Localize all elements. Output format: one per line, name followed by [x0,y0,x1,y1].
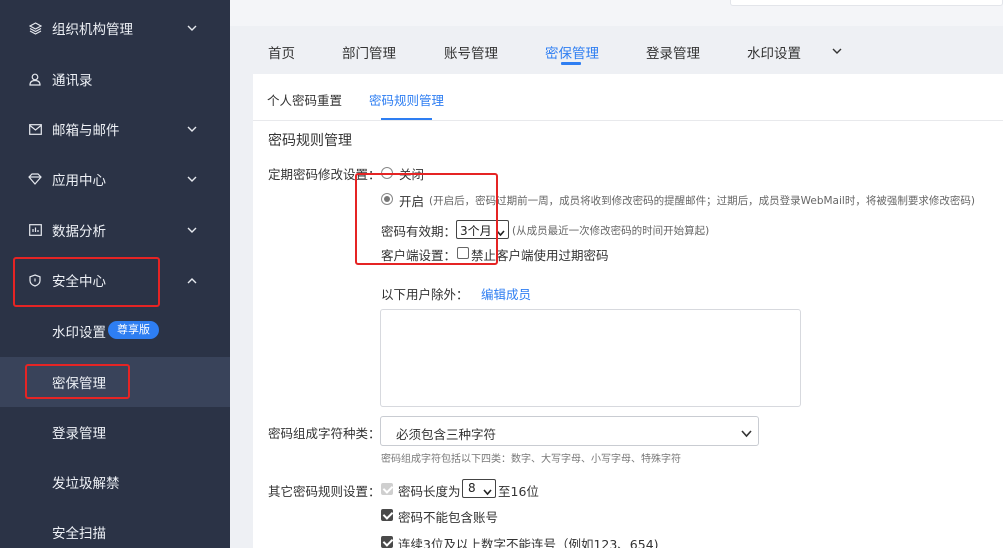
sidebar: 组织机构管理 通讯录 邮箱与邮件 应用中心 数据分析 安全中心 水印设置 尊享版… [0,0,230,548]
divider [253,120,1003,121]
sidebar-subitem-watermark[interactable]: 水印设置 尊享版 [0,306,230,356]
sidebar-item-label: 数据分析 [52,224,106,240]
sidebar-item-label: 安全中心 [52,274,106,290]
section-title: 密码规则管理 [268,133,352,149]
subtab-password-rules[interactable]: 密码规则管理 [369,90,444,109]
length-select-value: 8 [468,481,476,495]
no-consecutive-label: 连续3位及以上数字不能连号（例如123、654) [398,537,659,548]
sidebar-item-label: 应用中心 [52,173,106,189]
active-tab-indicator [561,62,581,65]
sidebar-subitem-label: 发垃圾解禁 [52,476,120,492]
subtab-password-reset[interactable]: 个人密码重置 [267,90,342,109]
sidebar-item-apps[interactable]: 应用中心 [0,154,230,204]
sidebar-subitem-spam-unblock[interactable]: 发垃圾解禁 [0,457,230,507]
no-consecutive-checkbox[interactable] [381,536,393,548]
no-account-checkbox[interactable] [381,509,393,521]
chevron-down-icon [186,22,198,34]
chevron-down-icon[interactable] [832,44,844,56]
validity-hint: (从成员最近一次修改密码的时间开始算起) [512,225,710,237]
sidebar-item-label: 通讯录 [52,73,93,89]
radio-off-label: 关闭 [399,167,425,182]
chevron-down-icon [483,485,492,496]
sidebar-subitem-login[interactable]: 登录管理 [0,407,230,457]
top-search-box[interactable] [730,0,1003,6]
sidebar-item-analytics[interactable]: 数据分析 [0,205,230,255]
sidebar-item-label: 邮箱与邮件 [52,123,120,139]
radio-on-hint: (开启后，密码过期前一周，成员将收到修改密码的提醒邮件；过期后，成员登录WebM… [429,195,975,207]
tab-watermark[interactable]: 水印设置 [747,42,801,62]
tab-home[interactable]: 首页 [268,42,295,62]
length-prefix: 密码长度为 [398,484,461,499]
radio-on-label: 开启 [399,194,425,209]
chevron-down-icon [186,123,198,135]
validity-label: 密码有效期： [381,224,457,239]
sidebar-subitem-scan[interactable]: 安全扫描 [0,507,230,548]
chevron-down-icon [496,226,505,237]
composition-select[interactable]: 必须包含三种字符 [380,416,759,446]
sidebar-item-mail[interactable]: 邮箱与邮件 [0,104,230,154]
length-select[interactable]: 8 [462,479,496,498]
radio-on[interactable] [381,193,393,205]
mail-icon [28,122,42,136]
tab-accounts[interactable]: 账号管理 [444,42,498,62]
client-expired-checkbox[interactable] [457,247,469,259]
composition-hint: 密码组成字符包括以下四类：数字、大写字母、小写字母、特殊字符 [381,454,681,465]
composition-label: 密码组成字符种类： [268,426,381,441]
premium-badge: 尊享版 [108,321,159,339]
periodic-label: 定期密码修改设置： [268,167,381,182]
shield-icon [28,273,42,287]
composition-select-value: 必须包含三种字符 [396,427,497,442]
sidebar-subitem-label: 水印设置 [52,325,106,341]
client-expired-label: 禁止客户端使用过期密码 [471,248,609,263]
sidebar-subitem-label: 密保管理 [52,376,106,392]
tab-security-question[interactable]: 密保管理 [545,42,599,62]
content-panel: 个人密码重置 密码规则管理 密码规则管理 定期密码修改设置： 关闭 开启 (开启… [253,74,1003,548]
client-label: 客户端设置： [381,248,457,263]
other-rules-label: 其它密码规则设置： [268,484,381,499]
diamond-icon [28,172,42,186]
chevron-up-icon [186,274,198,286]
sidebar-subitem-label: 登录管理 [52,426,106,442]
chevron-down-icon [186,224,198,236]
sidebar-item-label: 组织机构管理 [52,22,133,38]
tab-login[interactable]: 登录管理 [646,42,700,62]
no-account-label: 密码不能包含账号 [398,510,499,525]
edit-members-link[interactable]: 编辑成员 [481,284,531,303]
exclude-label: 以下用户除外： [381,287,469,302]
radio-off[interactable] [381,167,393,179]
sidebar-item-org[interactable]: 组织机构管理 [0,3,230,53]
chevron-down-icon [186,173,198,185]
tab-departments[interactable]: 部门管理 [342,42,396,62]
validity-select[interactable]: 3个月 [456,220,509,239]
sidebar-item-contacts[interactable]: 通讯录 [0,54,230,104]
sidebar-subitem-security-question[interactable]: 密保管理 [0,357,230,407]
sidebar-subitem-label: 安全扫描 [52,526,106,542]
chevron-down-icon [741,427,752,438]
user-icon [28,72,42,86]
layers-icon [28,21,42,35]
chart-icon [28,223,42,237]
sidebar-item-security[interactable]: 安全中心 [0,255,230,305]
length-suffix: 至16位 [498,484,539,499]
excluded-members-box[interactable] [380,309,801,407]
length-checkbox [381,483,393,495]
validity-select-value: 3个月 [460,224,492,238]
